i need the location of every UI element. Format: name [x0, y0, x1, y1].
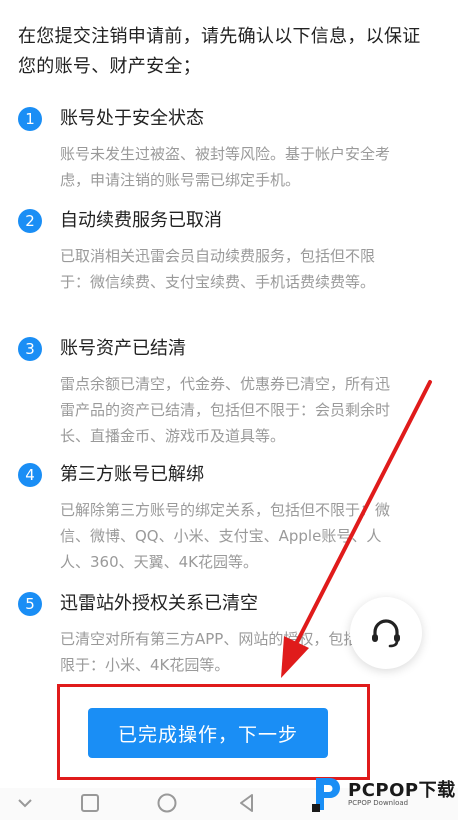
customer-service-button[interactable]: [350, 597, 422, 669]
item-title: 账号资产已结清: [60, 338, 186, 359]
next-step-button[interactable]: 已完成操作，下一步: [88, 708, 328, 758]
item-description: 已清空对所有第三方APP、网站的授权，包括但不限于：小米、4K花园等。: [60, 630, 389, 674]
chevron-down-icon[interactable]: [14, 792, 36, 814]
item-description: 账号未发生过被盗、被封等风险。基于帐户安全考虑，申请注销的账号需已绑定手机。: [60, 145, 391, 189]
watermark-subtitle: PCPOP Download: [348, 799, 409, 807]
step-number: 4: [18, 463, 42, 487]
step-number: 1: [18, 107, 42, 131]
pcpop-logo-icon: [312, 778, 340, 812]
item-title: 账号处于安全状态: [60, 108, 204, 129]
item-title: 迅雷站外授权关系已清空: [60, 593, 258, 614]
item-description: 雷点余额已清空，代金券、优惠券已清空，所有迅雷产品的资产已结清，包括但不限于：会…: [60, 375, 391, 445]
headset-icon: [372, 619, 400, 648]
intro-text: 在您提交注销申请前，请先确认以下信息，以保证您的账号、财产安全；: [18, 26, 421, 77]
item-title: 自动续费服务已取消: [60, 210, 222, 231]
step-number: 5: [18, 592, 42, 616]
step-number: 2: [18, 209, 42, 233]
back-triangle-icon[interactable]: [236, 792, 258, 814]
step-number: 3: [18, 337, 42, 361]
item-description: 已取消相关迅雷会员自动续费服务，包括但不限于：微信续费、支付宝续费、手机话费续费…: [60, 247, 376, 291]
watermark-logo: PCPOP下载 PCPOP Download: [308, 772, 458, 818]
recents-square-icon[interactable]: [79, 792, 101, 814]
item-description: 已解除第三方账号的绑定关系，包括但不限于：微信、微博、QQ、小米、支付宝、App…: [60, 501, 391, 571]
item-title: 第三方账号已解绑: [60, 464, 204, 485]
home-circle-icon[interactable]: [156, 792, 178, 814]
